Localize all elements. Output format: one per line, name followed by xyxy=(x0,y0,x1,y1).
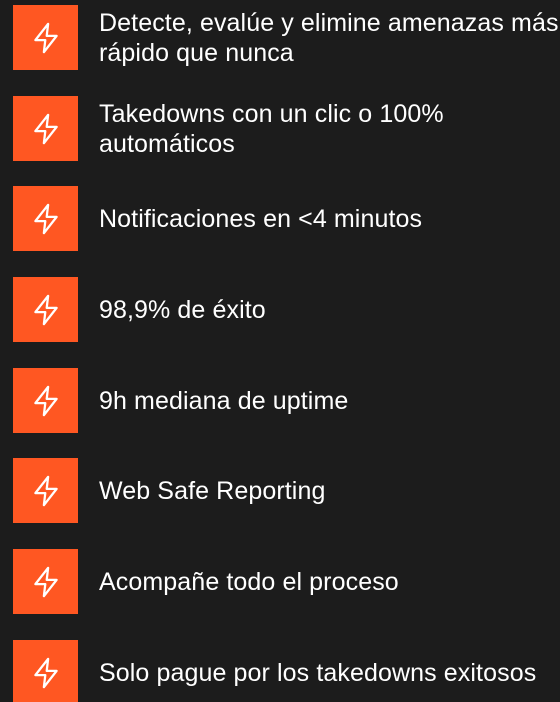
lightning-icon xyxy=(13,640,78,702)
feature-text: Web Safe Reporting xyxy=(99,476,326,505)
feature-item: Solo pague por los takedowns exitosos xyxy=(13,640,560,702)
feature-item: Web Safe Reporting xyxy=(13,458,560,524)
feature-item: 9h mediana de uptime xyxy=(13,368,560,434)
feature-item: Acompañe todo el proceso xyxy=(13,549,560,615)
lightning-icon xyxy=(13,277,78,342)
lightning-icon xyxy=(13,5,78,70)
feature-item: Detecte, evalúe y elimine amenazas más r… xyxy=(13,5,560,71)
feature-item: Takedowns con un clic o 100% automáticos xyxy=(13,96,560,162)
lightning-icon xyxy=(13,458,78,523)
lightning-icon xyxy=(13,368,78,433)
feature-item: Notificaciones en <4 minutos xyxy=(13,186,560,252)
feature-list: Detecte, evalúe y elimine amenazas más r… xyxy=(0,0,560,702)
feature-item: 98,9% de éxito xyxy=(13,277,560,343)
feature-text: Detecte, evalúe y elimine amenazas más r… xyxy=(99,8,559,67)
lightning-icon xyxy=(13,96,78,161)
lightning-icon xyxy=(13,186,78,251)
feature-text: Takedowns con un clic o 100% automáticos xyxy=(99,99,444,158)
feature-text: 98,9% de éxito xyxy=(99,295,266,324)
feature-text: Solo pague por los takedowns exitosos xyxy=(99,658,537,687)
feature-text: 9h mediana de uptime xyxy=(99,386,349,415)
feature-text: Acompañe todo el proceso xyxy=(99,567,399,596)
feature-text: Notificaciones en <4 minutos xyxy=(99,204,423,233)
lightning-icon xyxy=(13,549,78,614)
